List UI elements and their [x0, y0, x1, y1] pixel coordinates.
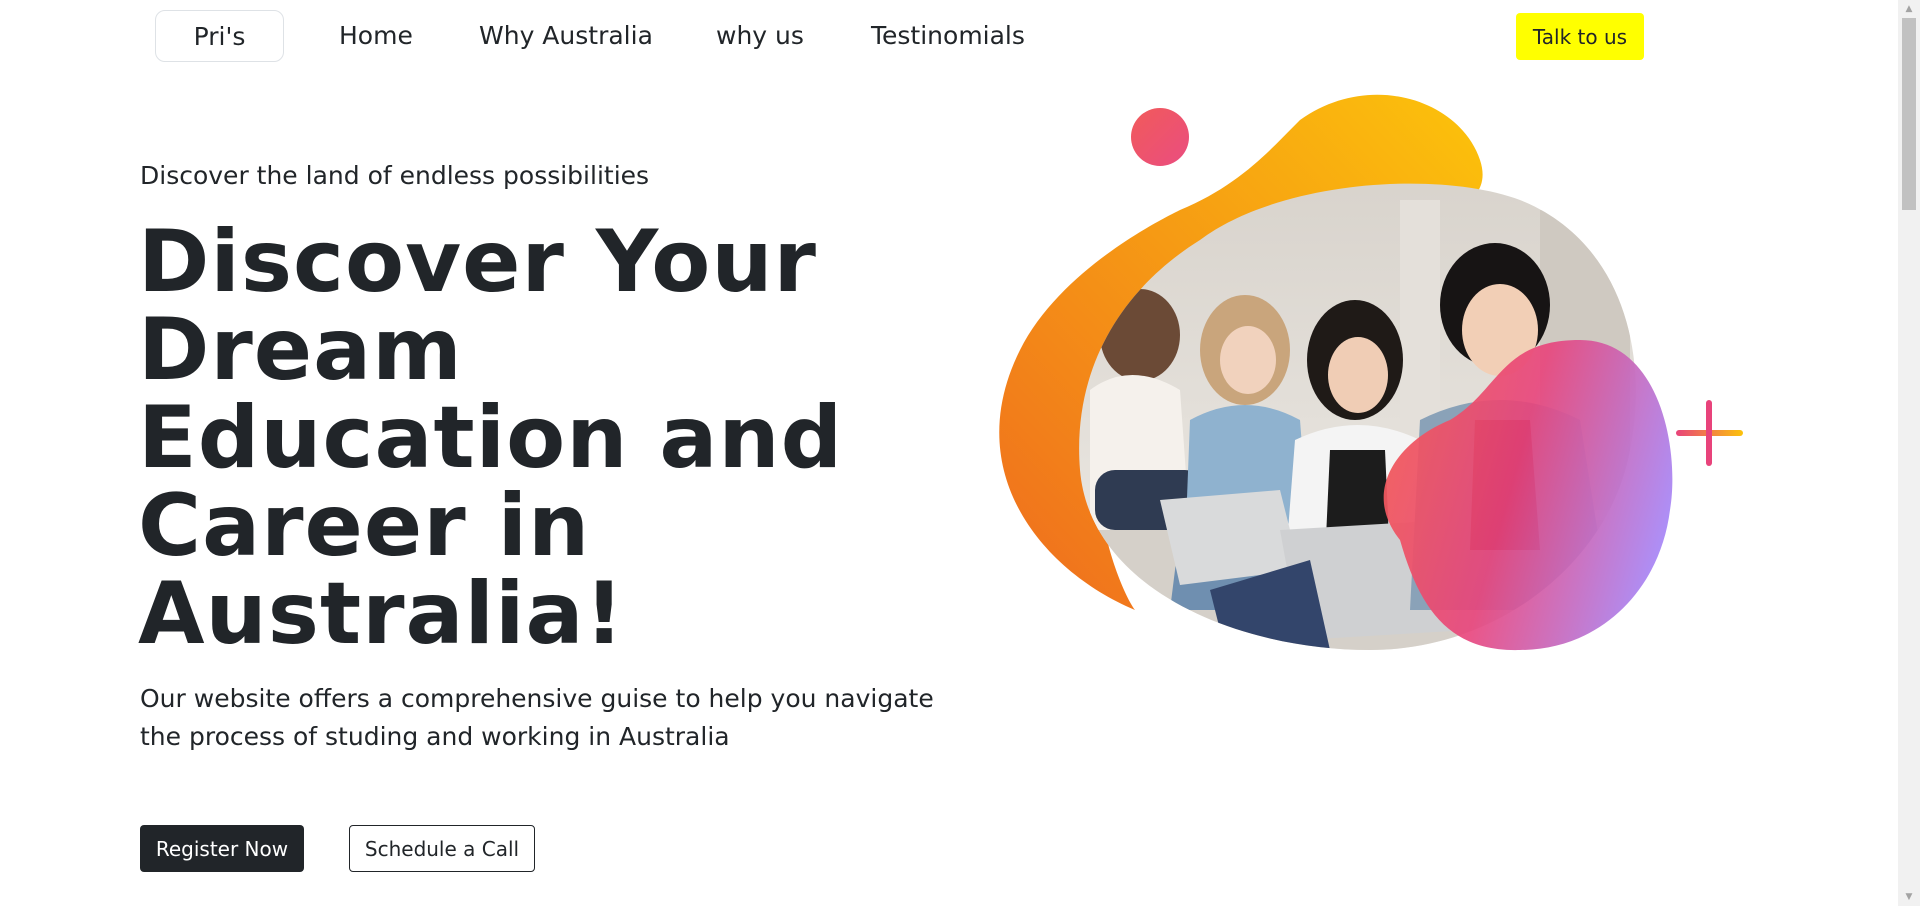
page-scrollbar[interactable]: ▲ ▼ — [1898, 0, 1920, 906]
nav-link-why-australia[interactable]: Why Australia — [479, 19, 653, 53]
hero-headline: Discover Your Dream Education and Career… — [138, 218, 978, 658]
scroll-down-arrow-icon[interactable]: ▼ — [1898, 888, 1920, 906]
page: Pri's Home Why Australia why us Testinom… — [0, 0, 1920, 906]
plus-decoration-shape — [1676, 400, 1743, 466]
nav-link-home[interactable]: Home — [339, 19, 413, 53]
top-navbar: Pri's Home Why Australia why us Testinom… — [0, 0, 1898, 72]
description-line-2: the process of studing and working in Au… — [140, 722, 730, 751]
scrollbar-thumb[interactable] — [1902, 18, 1916, 210]
headline-line-2: Dream — [138, 300, 463, 400]
headline-line-3: Education and — [138, 388, 844, 488]
hero-description: Our website offers a comprehensive guise… — [140, 680, 960, 756]
hero-eyebrow: Discover the land of endless possibiliti… — [140, 161, 650, 190]
headline-line-4: Career in — [138, 476, 591, 576]
nav-link-why-us[interactable]: why us — [716, 19, 804, 53]
headline-line-1: Discover Your — [138, 212, 817, 312]
talk-to-us-button[interactable]: Talk to us — [1516, 13, 1644, 60]
register-now-button[interactable]: Register Now — [140, 825, 304, 872]
description-line-1: Our website offers a comprehensive guise… — [140, 684, 934, 713]
schedule-call-button[interactable]: Schedule a Call — [349, 825, 535, 872]
nav-link-testimonials[interactable]: Testinomials — [871, 19, 1025, 53]
headline-line-5: Australia! — [138, 564, 625, 664]
scroll-up-arrow-icon[interactable]: ▲ — [1898, 0, 1920, 18]
hero-illustration — [999, 94, 1743, 651]
coral-dot-shape — [1131, 108, 1189, 166]
brand-logo-button[interactable]: Pri's — [155, 10, 284, 62]
